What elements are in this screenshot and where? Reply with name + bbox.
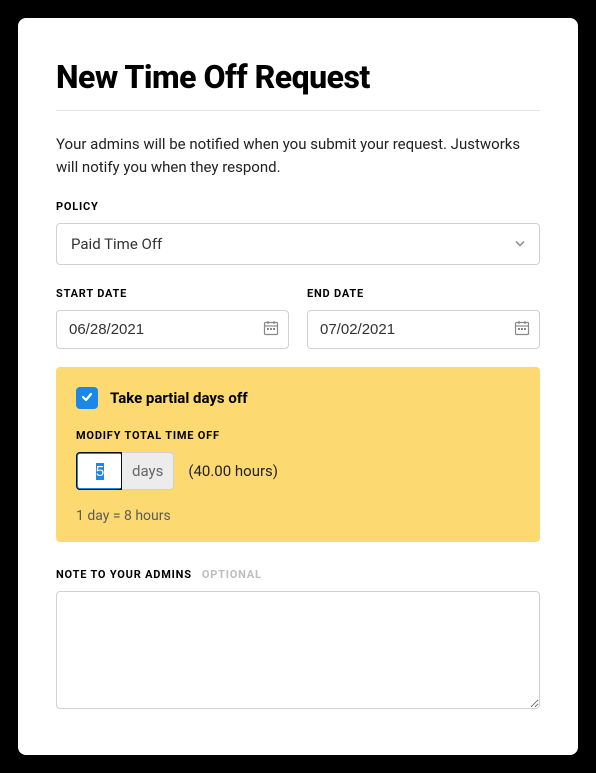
hours-hint: 1 day = 8 hours (76, 508, 520, 524)
intro-text: Your admins will be notified when you su… (56, 133, 540, 178)
partial-checkbox-label: Take partial days off (110, 389, 248, 407)
optional-label: OPTIONAL (202, 568, 262, 581)
end-date-col: END DATE (307, 287, 540, 349)
policy-label: POLICY (56, 200, 540, 213)
start-date-input[interactable] (56, 310, 289, 349)
days-input-group: days (76, 452, 174, 490)
modify-total-label: MODIFY TOTAL TIME OFF (76, 429, 520, 442)
end-date-wrapper (307, 310, 540, 349)
partial-checkbox-row: Take partial days off (76, 387, 520, 409)
note-label-row: NOTE TO YOUR ADMINS OPTIONAL (56, 568, 540, 581)
title-divider (56, 110, 540, 111)
end-date-label: END DATE (307, 287, 540, 300)
note-textarea[interactable] (56, 591, 540, 709)
start-date-label: START DATE (56, 287, 289, 300)
start-date-wrapper (56, 310, 289, 349)
date-row: START DATE END DATE (56, 287, 540, 349)
policy-select[interactable]: Paid Time Off (56, 223, 540, 265)
page-title: New Time Off Request (56, 58, 540, 96)
time-off-request-card: New Time Off Request Your admins will be… (18, 18, 578, 755)
end-date-input[interactable] (307, 310, 540, 349)
check-icon (80, 389, 94, 408)
days-suffix: days (122, 452, 174, 490)
partial-checkbox[interactable] (76, 387, 98, 409)
note-label: NOTE TO YOUR ADMINS (56, 568, 192, 581)
policy-select-wrapper: Paid Time Off (56, 223, 540, 265)
days-input-row: days (40.00 hours) (76, 452, 520, 490)
start-date-col: START DATE (56, 287, 289, 349)
days-input[interactable] (76, 452, 122, 490)
hours-text: (40.00 hours) (188, 462, 278, 480)
partial-days-panel: Take partial days off MODIFY TOTAL TIME … (56, 367, 540, 542)
